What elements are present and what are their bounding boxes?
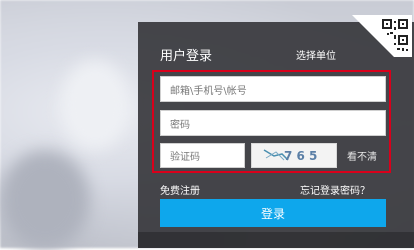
login-title: 用户登录 xyxy=(160,49,213,64)
login-button[interactable]: 登录 xyxy=(160,199,386,227)
panel-bottom-band xyxy=(138,232,414,248)
register-link[interactable]: 免费注册 xyxy=(160,182,200,197)
forgot-password-link[interactable]: 忘记登录密码？ xyxy=(300,182,370,197)
background-blur-shape xyxy=(0,150,90,250)
highlight-frame xyxy=(152,70,391,173)
background-blur-shape xyxy=(60,60,130,150)
select-unit-link[interactable]: 选择单位 xyxy=(296,47,336,62)
qr-code-icon[interactable] xyxy=(352,15,412,57)
